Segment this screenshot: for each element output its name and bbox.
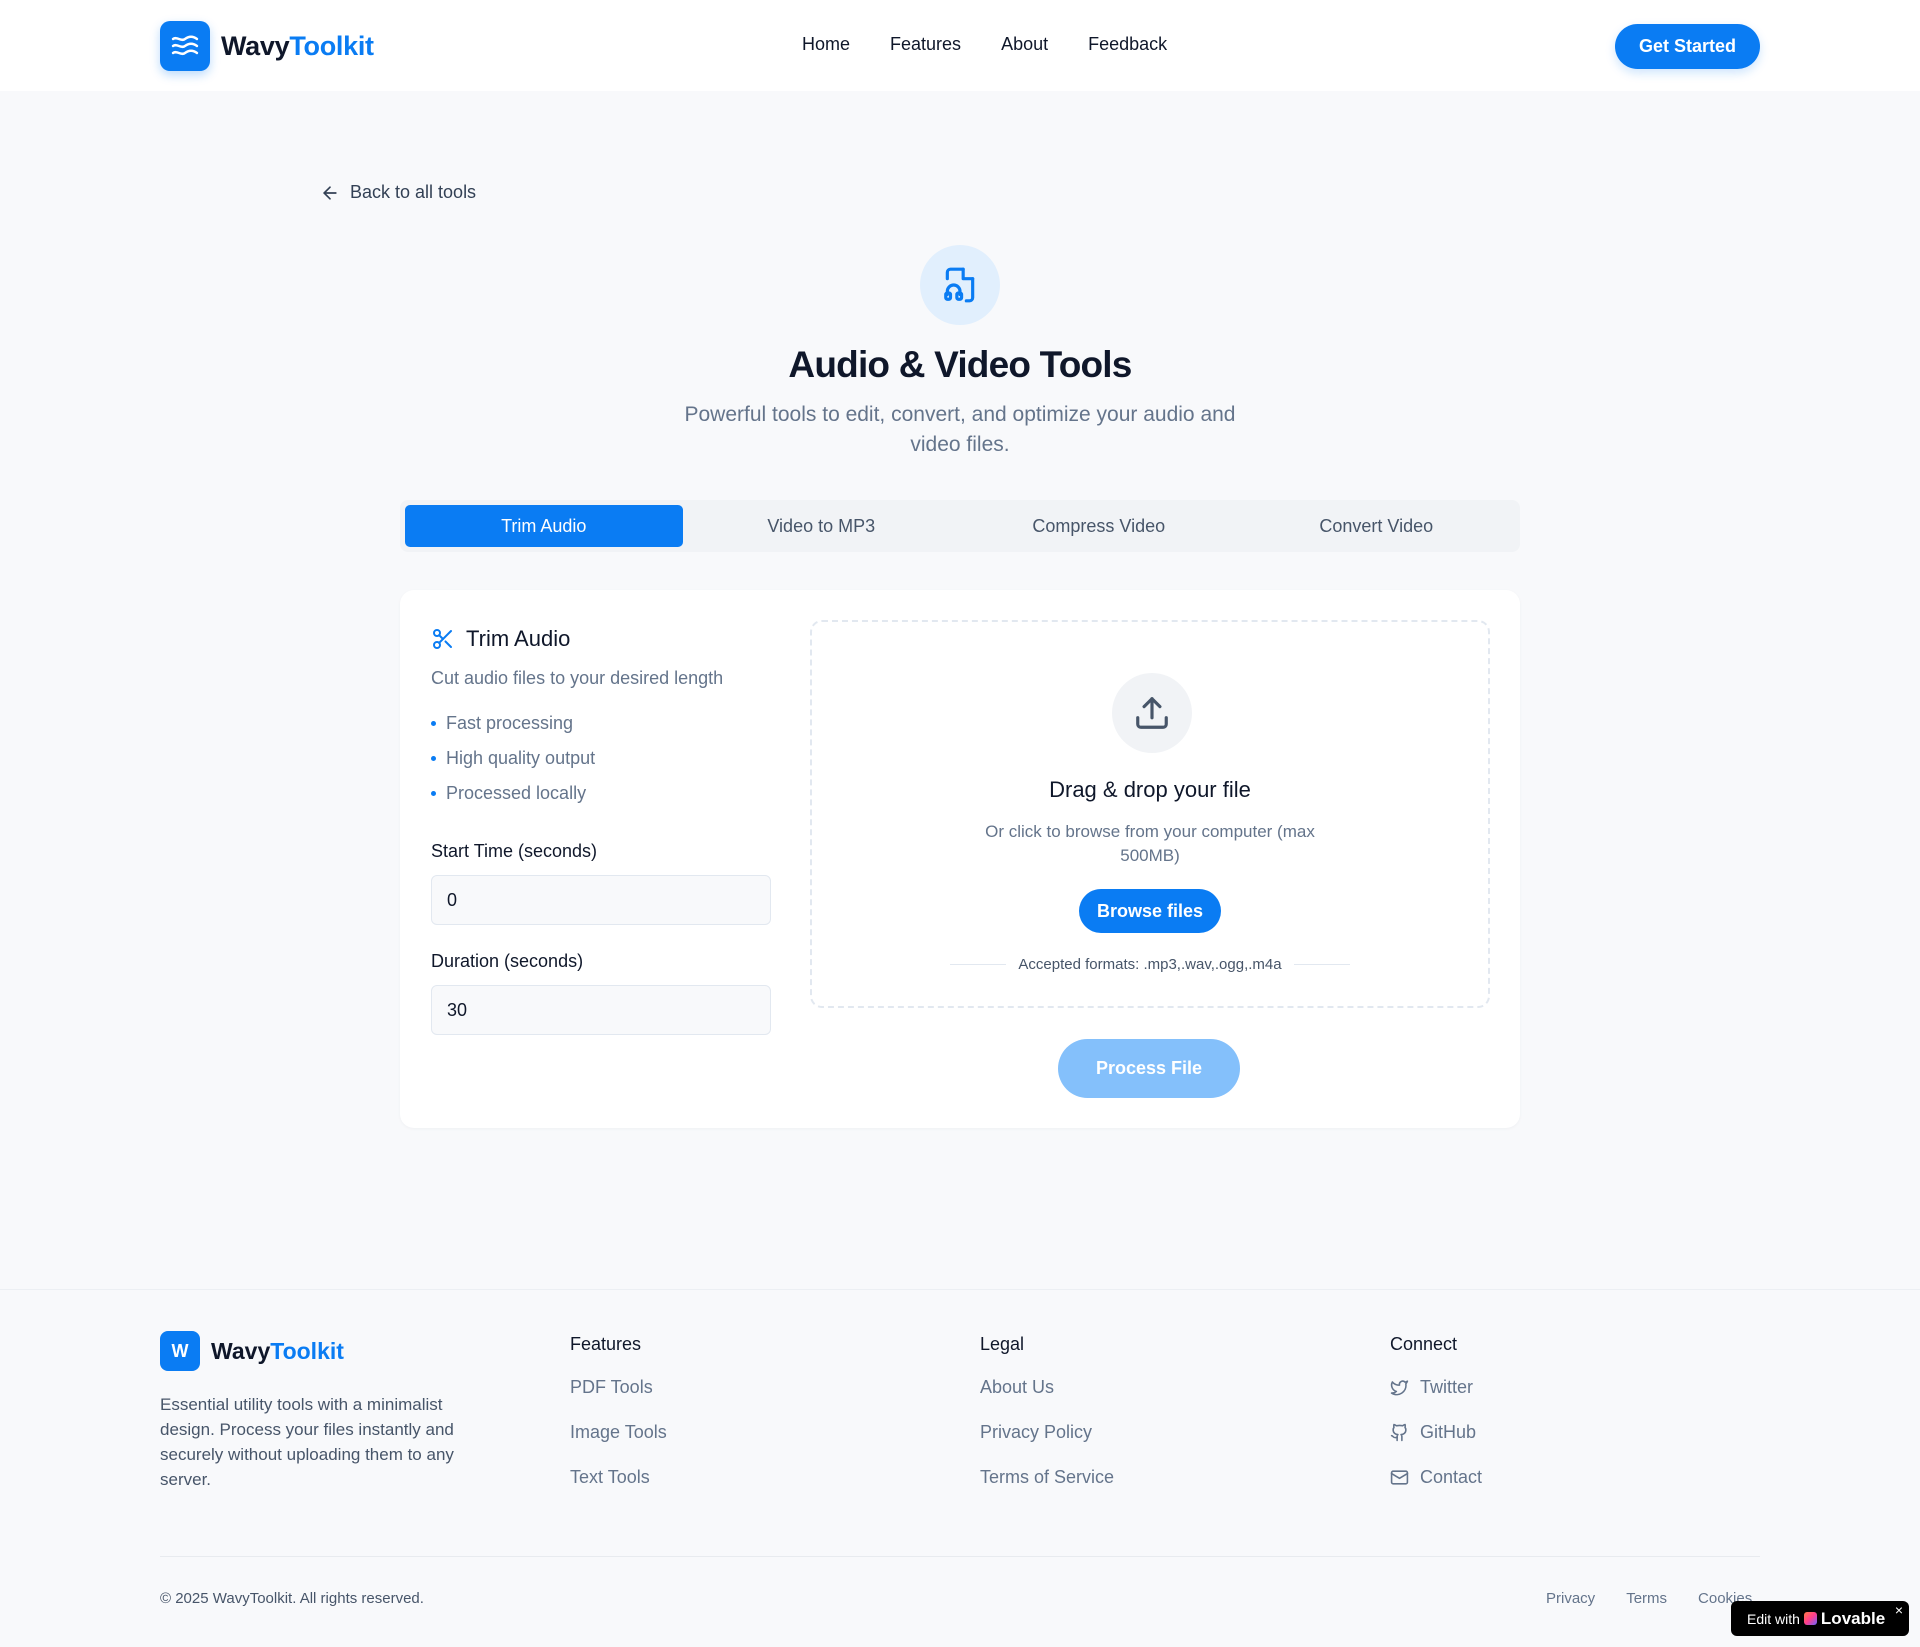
- feature-item: Fast processing: [431, 713, 573, 734]
- duration-label: Duration (seconds): [431, 951, 584, 971]
- footer-divider: [160, 1556, 1760, 1557]
- footer-brand-name: WavyToolkit: [211, 1337, 344, 1364]
- upload-icon: [1112, 673, 1192, 753]
- duration-input[interactable]: [431, 985, 771, 1035]
- badge-brand: Lovable: [1820, 1608, 1886, 1628]
- accepted-formats-text: Accepted formats: .mp3,.wav,.ogg,.m4a: [1018, 955, 1282, 973]
- tab-video-to-mp3[interactable]: Video to MP3: [683, 505, 961, 547]
- feature-item: Processed locally: [431, 783, 586, 804]
- start-time-input[interactable]: [431, 875, 771, 925]
- dropzone-subtitle: Or click to browse from your computer (m…: [985, 822, 1315, 865]
- tab-convert-video[interactable]: Convert Video: [1238, 505, 1516, 547]
- nav-feedback[interactable]: Feedback: [1088, 34, 1167, 55]
- page-title: Audio & Video Tools: [788, 344, 1132, 385]
- divider: [1293, 963, 1350, 965]
- footer-link-github[interactable]: GitHub: [1390, 1421, 1482, 1443]
- file-dropzone[interactable]: Drag & drop your file Or click to browse…: [810, 620, 1490, 1008]
- brand-name: WavyToolkit: [221, 30, 374, 61]
- github-icon: [1390, 1423, 1407, 1441]
- lovable-heart-icon: [1803, 1612, 1817, 1625]
- footer-col-features: Features PDF Tools Image Tools Text Tool…: [570, 1334, 667, 1511]
- main-nav: Home Features About Feedback: [802, 34, 1207, 55]
- close-icon[interactable]: ×: [1895, 1602, 1903, 1618]
- page-subtitle: Powerful tools to edit, convert, and opt…: [684, 403, 1236, 456]
- footer-link-text-tools[interactable]: Text Tools: [570, 1466, 667, 1488]
- footer-logo[interactable]: W WavyToolkit: [160, 1331, 344, 1371]
- tab-trim-audio[interactable]: Trim Audio: [405, 505, 683, 547]
- accepted-formats: Accepted formats: .mp3,.wav,.ogg,.m4a: [950, 954, 1350, 974]
- badge-prefix: Edit with: [1747, 1610, 1800, 1627]
- footer-link-privacy[interactable]: Privacy: [1546, 1590, 1595, 1607]
- twitter-label: Twitter: [1420, 1376, 1474, 1397]
- brand-logo[interactable]: WavyToolkit: [160, 21, 374, 71]
- footer-link-terms[interactable]: Terms: [1626, 1590, 1667, 1607]
- nav-home[interactable]: Home: [802, 34, 850, 55]
- copyright: © 2025 WavyToolkit. All rights reserved.: [160, 1590, 424, 1607]
- footer-logo-badge: W: [160, 1331, 200, 1371]
- browse-files-button[interactable]: Browse files: [1079, 889, 1221, 933]
- github-label: GitHub: [1420, 1421, 1477, 1442]
- twitter-icon: [1390, 1379, 1409, 1395]
- nav-features[interactable]: Features: [890, 34, 961, 55]
- footer-link-contact[interactable]: Contact: [1390, 1466, 1482, 1488]
- footer-description: Essential utility tools with a minimalis…: [160, 1395, 454, 1489]
- tool-description: Cut audio files to your desired length: [431, 668, 724, 688]
- start-time-label: Start Time (seconds): [431, 841, 598, 861]
- nav-about[interactable]: About: [1001, 34, 1048, 55]
- tool-header: Trim Audio: [431, 626, 570, 652]
- footer-link-about-us[interactable]: About Us: [980, 1376, 1114, 1398]
- footer-col-connect: Connect Twitter GitHub Contact: [1390, 1334, 1482, 1511]
- edit-with-lovable-badge[interactable]: Edit with Lovable ×: [1731, 1601, 1909, 1636]
- footer-link-pdf-tools[interactable]: PDF Tools: [570, 1376, 667, 1398]
- scissors-icon: [433, 629, 452, 649]
- tool-tabs: Trim Audio Video to MP3 Compress Video C…: [400, 500, 1520, 552]
- footer-link-terms-of-service[interactable]: Terms of Service: [980, 1466, 1114, 1488]
- footer: W WavyToolkit Essential utility tools wi…: [0, 1289, 1920, 1647]
- footer-link-privacy-policy[interactable]: Privacy Policy: [980, 1421, 1114, 1443]
- divider: [950, 963, 1007, 965]
- footer-col-title: Legal: [980, 1334, 1025, 1354]
- feature-item: High quality output: [431, 748, 595, 769]
- audio-file-icon: [920, 245, 1000, 325]
- tool-title: Trim Audio: [466, 626, 571, 651]
- footer-col-title: Features: [570, 1334, 642, 1354]
- top-header: WavyToolkit Home Features About Feedback…: [0, 0, 1920, 91]
- contact-label: Contact: [1420, 1466, 1483, 1487]
- mail-icon: [1390, 1469, 1409, 1485]
- get-started-button[interactable]: Get Started: [1615, 24, 1760, 69]
- dropzone-title: Drag & drop your file: [1049, 777, 1251, 802]
- footer-col-title: Connect: [1390, 1334, 1458, 1354]
- tab-compress-video[interactable]: Compress Video: [960, 505, 1238, 547]
- footer-link-image-tools[interactable]: Image Tools: [570, 1421, 667, 1443]
- tool-card: Trim Audio Cut audio files to your desir…: [400, 590, 1520, 1128]
- process-file-button[interactable]: Process File: [1058, 1039, 1240, 1098]
- arrow-left-icon: [323, 185, 337, 200]
- footer-col-legal: Legal About Us Privacy Policy Terms of S…: [980, 1334, 1114, 1511]
- back-link-label: Back to all tools: [350, 182, 477, 202]
- waves-icon: [160, 21, 210, 71]
- footer-link-twitter[interactable]: Twitter: [1390, 1376, 1482, 1398]
- back-to-tools-link[interactable]: Back to all tools: [320, 182, 476, 203]
